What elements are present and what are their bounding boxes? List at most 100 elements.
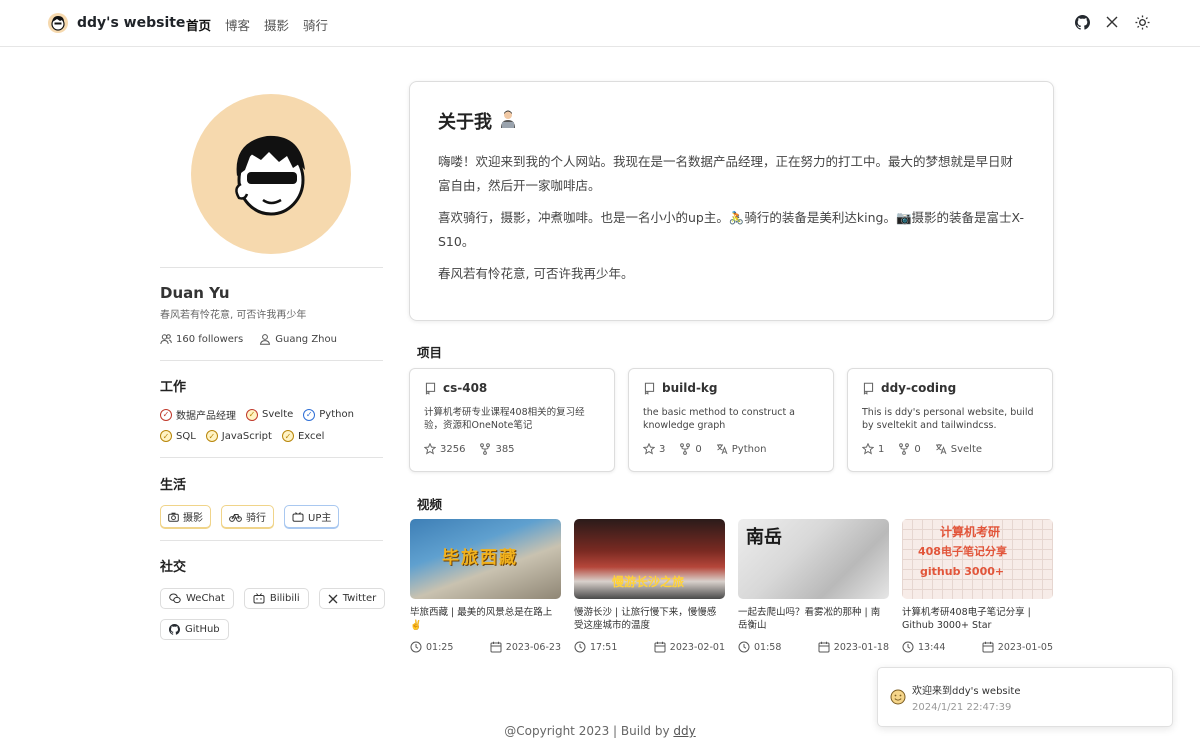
video-thumbnail[interactable]: 慢游长沙之旅 bbox=[574, 519, 725, 599]
video-title[interactable]: 一起去爬山吗？看雾凇的那种 | 南岳衡山 bbox=[738, 606, 889, 632]
project-description: 计算机考研专业课程408相关的复习经验，资源和OneNote笔记 bbox=[424, 407, 585, 431]
profile-name: Duan Yu bbox=[160, 284, 230, 302]
video-date: 2023-06-23 bbox=[490, 641, 561, 653]
work-tag: ✓ Svelte bbox=[246, 407, 293, 422]
clock-icon bbox=[410, 641, 422, 653]
about-title: 关于我 bbox=[438, 112, 492, 133]
work-tag: ✓ Excel bbox=[281, 430, 324, 442]
video-title[interactable]: 计算机考研408电子笔记分享 | Github 3000+ Star bbox=[902, 606, 1053, 632]
work-tag-label: 数据产品经理 bbox=[176, 411, 236, 422]
video-duration: 01:25 bbox=[410, 641, 453, 653]
followers-count: 160 followers bbox=[176, 333, 244, 345]
work-title: 工作 bbox=[160, 380, 187, 395]
work-tag: ✓ SQL bbox=[160, 430, 196, 442]
about-paragraph-3: 春风若有怜花意, 可否许我再少年。 bbox=[438, 266, 634, 281]
calendar-icon bbox=[818, 641, 830, 653]
duration-text: 17:51 bbox=[590, 641, 618, 653]
project-card[interactable]: build-kg the basic method to construct a… bbox=[628, 368, 834, 472]
github-icon[interactable] bbox=[1074, 14, 1090, 30]
video-meta: 13:44 2023-01-05 bbox=[902, 641, 1053, 653]
x-twitter-icon[interactable] bbox=[1104, 14, 1120, 30]
social-twitter-button[interactable]: Twitter bbox=[318, 588, 386, 609]
check-circle-icon: ✓ bbox=[303, 408, 316, 421]
duration-text: 01:58 bbox=[754, 641, 782, 653]
toast-body: 欢迎来到ddy's website 2024/1/21 22:47:39 bbox=[912, 682, 1021, 713]
video-title[interactable]: 慢游长沙 | 让旅行慢下来，慢慢感受这座城市的温度 bbox=[574, 606, 725, 632]
project-name[interactable]: build-kg bbox=[662, 381, 718, 395]
stars-count: 3256 bbox=[440, 443, 466, 455]
toast-message: 欢迎来到ddy's website bbox=[912, 686, 1021, 697]
about-paragraph-1: 嗨喽！欢迎来到我的个人网站。我现在是一名数据产品经理，正在努力的打工中。最大的梦… bbox=[438, 154, 1014, 193]
social-bilibili-button[interactable]: Bilibili bbox=[243, 588, 309, 609]
language-icon bbox=[935, 444, 947, 455]
stars-count: 3 bbox=[659, 443, 666, 455]
header-actions bbox=[1074, 14, 1150, 30]
forks-count: 0 bbox=[695, 443, 702, 455]
project-card[interactable]: ddy-coding This is ddy's personal websit… bbox=[847, 368, 1053, 472]
social-label: Twitter bbox=[342, 593, 377, 604]
check-circle-icon: ✓ bbox=[205, 430, 218, 442]
project-card[interactable]: cs-408 计算机考研专业课程408相关的复习经验，资源和OneNote笔记 … bbox=[409, 368, 615, 472]
divider bbox=[160, 457, 383, 458]
social-label: GitHub bbox=[185, 624, 220, 635]
video-card[interactable]: 毕旅西藏 毕旅西藏 | 最美的风景总是在路上 ✌️ 01:25 2023-06-… bbox=[410, 519, 561, 653]
video-title[interactable]: 毕旅西藏 | 最美的风景总是在路上 ✌️ bbox=[410, 606, 561, 632]
check-circle-icon: ✓ bbox=[160, 430, 172, 442]
video-date: 2023-02-01 bbox=[654, 641, 725, 653]
work-tag-label: Svelte bbox=[262, 409, 294, 420]
top-nav-bar: ddy's website 首页 博客 摄影 骑行 bbox=[0, 0, 1200, 47]
life-tag-label: 摄影 bbox=[183, 513, 203, 524]
fork-icon bbox=[480, 443, 491, 455]
life-tag-uploader[interactable]: UP主 bbox=[284, 505, 340, 528]
video-card[interactable]: 计算机考研 408电子笔记分享 github 3000+ 计算机考研408电子笔… bbox=[902, 519, 1053, 653]
brand[interactable]: ddy's website bbox=[48, 13, 185, 33]
language-label: Python bbox=[731, 443, 767, 455]
video-date: 2023-01-05 bbox=[982, 641, 1053, 653]
nav-photography[interactable]: 摄影 bbox=[264, 15, 289, 34]
video-thumbnail[interactable]: 计算机考研 408电子笔记分享 github 3000+ bbox=[902, 519, 1053, 599]
clock-icon bbox=[902, 641, 914, 653]
followers[interactable]: 160 followers bbox=[160, 333, 243, 345]
life-tag-cycling[interactable]: 骑行 bbox=[221, 505, 274, 528]
social-wechat-button[interactable]: WeChat bbox=[160, 588, 234, 609]
video-card[interactable]: 南岳 一起去爬山吗？看雾凇的那种 | 南岳衡山 01:58 2023-01-18 bbox=[738, 519, 889, 653]
life-tag-label: 骑行 bbox=[246, 513, 266, 524]
theme-toggle-sun-icon[interactable] bbox=[1134, 14, 1150, 30]
project-name[interactable]: ddy-coding bbox=[881, 381, 956, 395]
life-tag-photography[interactable]: 摄影 bbox=[160, 505, 211, 528]
life-tags: 摄影 骑行 UP主 bbox=[160, 505, 390, 528]
social-label: Bilibili bbox=[269, 593, 300, 604]
language-label: Svelte bbox=[950, 443, 983, 455]
nav-home[interactable]: 首页 bbox=[186, 15, 211, 34]
project-title-row: ddy-coding bbox=[862, 381, 1038, 395]
users-icon bbox=[160, 334, 172, 345]
video-duration: 01:58 bbox=[738, 641, 781, 653]
project-title-row: build-kg bbox=[643, 381, 819, 395]
footer-author-link[interactable]: ddy bbox=[673, 724, 695, 738]
repo-icon bbox=[863, 382, 874, 395]
divider bbox=[160, 267, 383, 268]
nav-cycling[interactable]: 骑行 bbox=[303, 15, 328, 34]
work-tag: ✓ JavaScript bbox=[205, 430, 272, 442]
thumbnail-caption: 南岳 bbox=[746, 527, 782, 548]
location: Guang Zhou bbox=[259, 333, 337, 345]
video-thumbnail[interactable]: 毕旅西藏 bbox=[410, 519, 561, 599]
social-title: 社交 bbox=[160, 560, 187, 575]
wechat-icon bbox=[169, 593, 181, 604]
toast-time: 2024/1/21 22:47:39 bbox=[912, 702, 1012, 713]
video-thumbnail[interactable]: 南岳 bbox=[738, 519, 889, 599]
date-text: 2023-01-18 bbox=[833, 641, 889, 653]
video-card[interactable]: 慢游长沙之旅 慢游长沙 | 让旅行慢下来，慢慢感受这座城市的温度 17:51 2… bbox=[574, 519, 725, 653]
calendar-icon bbox=[654, 641, 666, 653]
project-forks: 0 bbox=[898, 443, 921, 455]
fork-icon bbox=[680, 443, 691, 455]
duration-text: 13:44 bbox=[918, 641, 946, 653]
video-duration: 13:44 bbox=[902, 641, 945, 653]
project-language: Python bbox=[716, 443, 767, 455]
project-forks: 0 bbox=[679, 443, 702, 455]
date-text: 2023-06-23 bbox=[505, 641, 561, 653]
project-name[interactable]: cs-408 bbox=[443, 381, 487, 395]
nav-blog[interactable]: 博客 bbox=[225, 15, 250, 34]
social-github-button[interactable]: GitHub bbox=[160, 619, 229, 640]
project-stats: 3 0 Python bbox=[643, 443, 819, 455]
